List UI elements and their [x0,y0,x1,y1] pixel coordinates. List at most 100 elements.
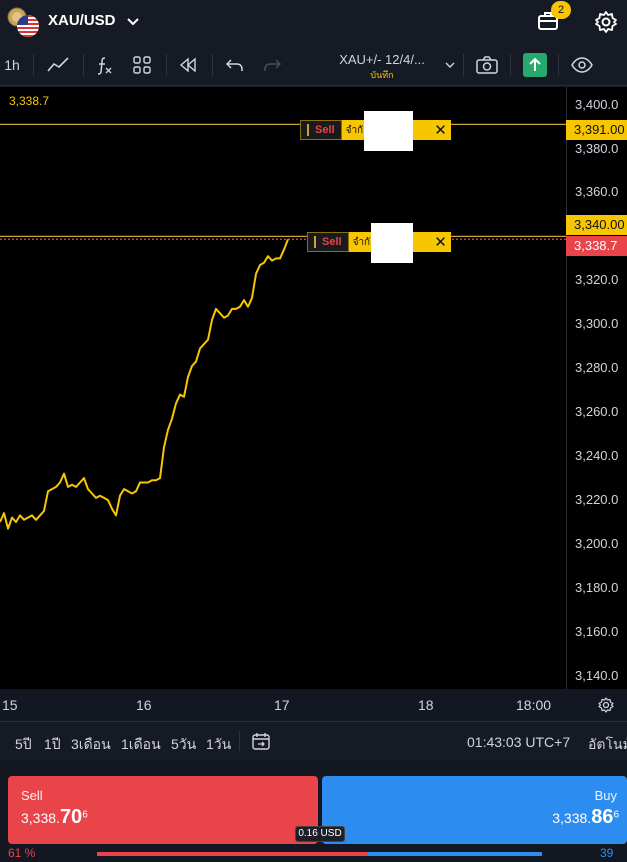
order-price-tag: 3,391.00 [566,120,627,140]
time-label: 18:00 [516,697,552,713]
price-scale-label: 3,320.0 [575,272,619,288]
buy-price-big: 86 [591,806,614,828]
order-qty-field[interactable] [370,223,413,263]
buy-label: Buy [594,788,617,803]
sell-sentiment-pct: 61 % [8,846,36,860]
sell-limit-order-1[interactable]: Sell จำกั ✕ [300,111,451,151]
last-price-label: 3,338.7 [9,94,50,108]
toolbar-divider [463,54,464,76]
notification-badge: 2 [551,1,571,19]
timeframe-label: 1h [4,57,20,73]
sentiment-bar [97,852,542,856]
time-label: 17 [274,697,290,713]
undo-icon [226,59,243,71]
sell-price-big: 70 [59,806,83,828]
order-spacer [412,120,431,140]
order-drag-handle[interactable] [307,124,309,136]
range-divider [239,731,240,751]
time-label: 18 [418,697,434,713]
range-1d[interactable]: 1วัน [206,734,231,756]
range-5d[interactable]: 5วัน [171,734,196,756]
indicators-button[interactable] [93,52,115,78]
range-1m[interactable]: 1เดือน [121,734,161,756]
grid-icon [133,56,151,74]
chart-settings-icon[interactable] [598,697,614,713]
camera-icon [476,56,498,74]
price-scale-label: 3,380.0 [575,140,619,156]
close-icon[interactable]: ✕ [430,232,451,252]
undo-button[interactable] [224,52,246,78]
saved-layout-title[interactable]: XAU+/- 12/4/... [322,52,442,67]
spread-badge: 0.16 USD [295,826,345,842]
current-price-tag: 3,338.7 [566,236,627,256]
buy-price-sup: 6 [613,809,619,821]
chart-type-button[interactable] [44,52,72,78]
redo-icon [264,59,281,71]
price-scale-label: 3,160.0 [575,623,619,639]
order-side-text: Sell [322,236,342,248]
xau-usd-flag-icon[interactable] [6,5,42,39]
replay-button[interactable] [176,52,200,78]
buy-sentiment-pct: 39 % [600,846,614,862]
gear-icon[interactable] [594,10,618,34]
price-scale-label: 3,200.0 [575,535,619,551]
price-scale-label: 3,360.0 [575,184,619,200]
timeframe-button[interactable]: 1h [2,52,22,78]
auto-scale-toggle[interactable]: อัตโนมั [588,734,627,756]
close-icon[interactable]: ✕ [430,120,451,140]
trading-app: XAU/USD 2 1h XAU+/- 12/4/... บันทึก 3,40… [0,0,627,862]
range-3m[interactable]: 3เดือน [71,734,111,756]
toolbar-divider [166,54,167,76]
layout-dropdown-button[interactable] [443,52,457,78]
range-5y[interactable]: 5ปี [15,734,32,756]
chevron-down-icon [445,62,455,68]
order-type-label: จำกั [348,232,371,252]
publish-button[interactable] [523,53,547,77]
price-scale-label: 3,140.0 [575,667,619,683]
toolbar-divider [212,54,213,76]
sentiment-sell-fill [97,852,369,856]
order-side-label[interactable]: Sell [300,120,342,140]
buy-button[interactable]: Buy 3,338.866 [322,776,627,844]
toolbar-divider [558,54,559,76]
price-scale-label: 3,300.0 [575,316,619,332]
price-series-line [0,238,289,530]
redo-button[interactable] [261,52,283,78]
order-spacer [412,232,431,252]
symbol-title[interactable]: XAU/USD [48,12,116,29]
order-type-label: จำกั [341,120,364,140]
order-drag-handle[interactable] [314,236,316,248]
templates-button[interactable] [130,52,154,78]
order-side-label[interactable]: Sell [307,232,349,252]
arrow-up-icon [529,57,541,71]
visibility-button[interactable] [570,52,594,78]
sell-price: 3,338.706 [21,806,88,829]
sell-button[interactable]: Sell 3,338.706 [8,776,318,844]
sell-limit-order-2[interactable]: Sell จำกั ✕ [307,223,451,263]
order-side-text: Sell [315,124,335,136]
go-to-date-icon[interactable] [251,731,271,751]
price-scale-label: 3,280.0 [575,360,619,376]
price-scale-label: 3,240.0 [575,448,619,464]
toolbar-divider [33,54,34,76]
order-qty-field[interactable] [363,111,413,151]
order-price-tag: 3,340.00 [566,215,627,235]
price-chart[interactable] [0,87,566,689]
snapshot-button[interactable] [475,52,499,78]
buy-price: 3,338.866 [552,806,619,829]
toolbar-divider [83,54,84,76]
sell-label: Sell [21,788,43,803]
range-1y[interactable]: 1ปี [44,734,61,756]
saved-layout-subtitle: บันทึก [370,70,394,80]
price-scale[interactable] [566,87,627,689]
utc-clock[interactable]: 01:43:03 UTC+7 [467,734,570,750]
price-scale-label: 3,220.0 [575,492,619,508]
chevron-down-icon[interactable] [126,14,140,28]
price-scale-label: 3,400.0 [575,96,619,112]
toolbar-divider [510,54,511,76]
price-scale-label: 3,180.0 [575,579,619,595]
function-icon [97,57,112,75]
sell-price-sup: 6 [82,809,88,821]
rewind-icon [179,57,196,73]
buy-price-prefix: 3,338. [552,810,592,826]
